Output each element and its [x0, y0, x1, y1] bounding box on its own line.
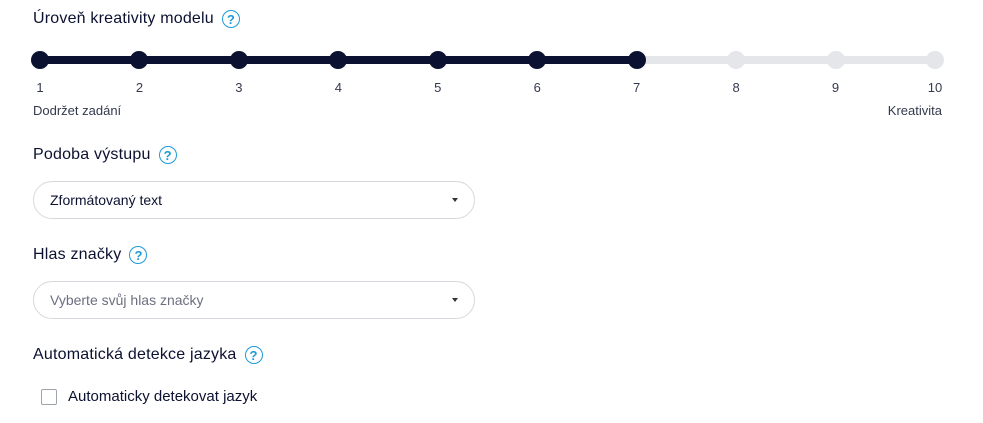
slider-tick-label: 6	[533, 80, 541, 95]
slider-step-7[interactable]	[627, 51, 646, 69]
creativity-label-row: Úroveň kreativity modelu ?	[33, 10, 240, 28]
output-format-value: Zformátovaný text	[50, 192, 163, 208]
creativity-title: Úroveň kreativity modelu	[33, 10, 214, 27]
auto-language-title: Automatická detekce jazyka	[33, 346, 237, 363]
slider-step-8[interactable]	[727, 51, 746, 69]
output-format-label-row: Podoba výstupu ?	[33, 146, 177, 164]
brand-voice-select[interactable]: Vyberte svůj hlas značky	[33, 281, 475, 319]
slider-step-9[interactable]	[826, 51, 845, 69]
brand-voice-placeholder: Vyberte svůj hlas značky	[50, 292, 204, 308]
slider-tick-label: 8	[732, 80, 740, 95]
help-icon[interactable]: ?	[221, 10, 240, 28]
auto-language-checkbox-label[interactable]: Automaticky detekovat jazyk	[68, 388, 257, 405]
slider-tick-label: 9	[831, 80, 840, 95]
auto-language-checkbox[interactable]	[41, 388, 57, 405]
slider-step-1[interactable]	[31, 51, 49, 69]
slider-tick-label: 2	[135, 80, 144, 95]
caret-down-icon	[452, 198, 458, 202]
slider-step-4[interactable]	[329, 51, 348, 69]
help-icon[interactable]: ?	[244, 346, 263, 364]
slider-step-5[interactable]	[428, 51, 447, 69]
slider-min-label: Dodržet zadání	[33, 103, 122, 118]
slider-tick-label: 3	[235, 80, 243, 95]
slider-tick-label: 10	[927, 80, 943, 95]
caret-down-icon	[452, 298, 458, 302]
slider-max-label: Kreativita	[887, 103, 942, 118]
help-icon[interactable]: ?	[158, 146, 177, 164]
slider-tick-label: 7	[633, 80, 641, 95]
slider-step-10[interactable]	[926, 51, 944, 69]
brand-voice-title: Hlas značky	[33, 246, 122, 263]
slider-step-2[interactable]	[130, 51, 149, 69]
auto-language-checkbox-row[interactable]: Automaticky detekovat jazyk	[41, 388, 257, 405]
slider-tick-label: 1	[36, 80, 44, 95]
help-icon[interactable]: ?	[129, 246, 148, 264]
slider-step-6[interactable]	[528, 51, 547, 69]
slider-step-3[interactable]	[229, 51, 248, 69]
slider-tick-label: 4	[334, 80, 342, 95]
slider-tick-label: 5	[434, 80, 442, 95]
creativity-slider[interactable]	[31, 50, 944, 70]
output-format-title: Podoba výstupu	[33, 146, 151, 163]
output-format-select[interactable]: Zformátovaný text	[33, 181, 475, 219]
auto-language-label-row: Automatická detekce jazyka ?	[33, 346, 263, 364]
brand-voice-label-row: Hlas značky ?	[33, 246, 148, 264]
